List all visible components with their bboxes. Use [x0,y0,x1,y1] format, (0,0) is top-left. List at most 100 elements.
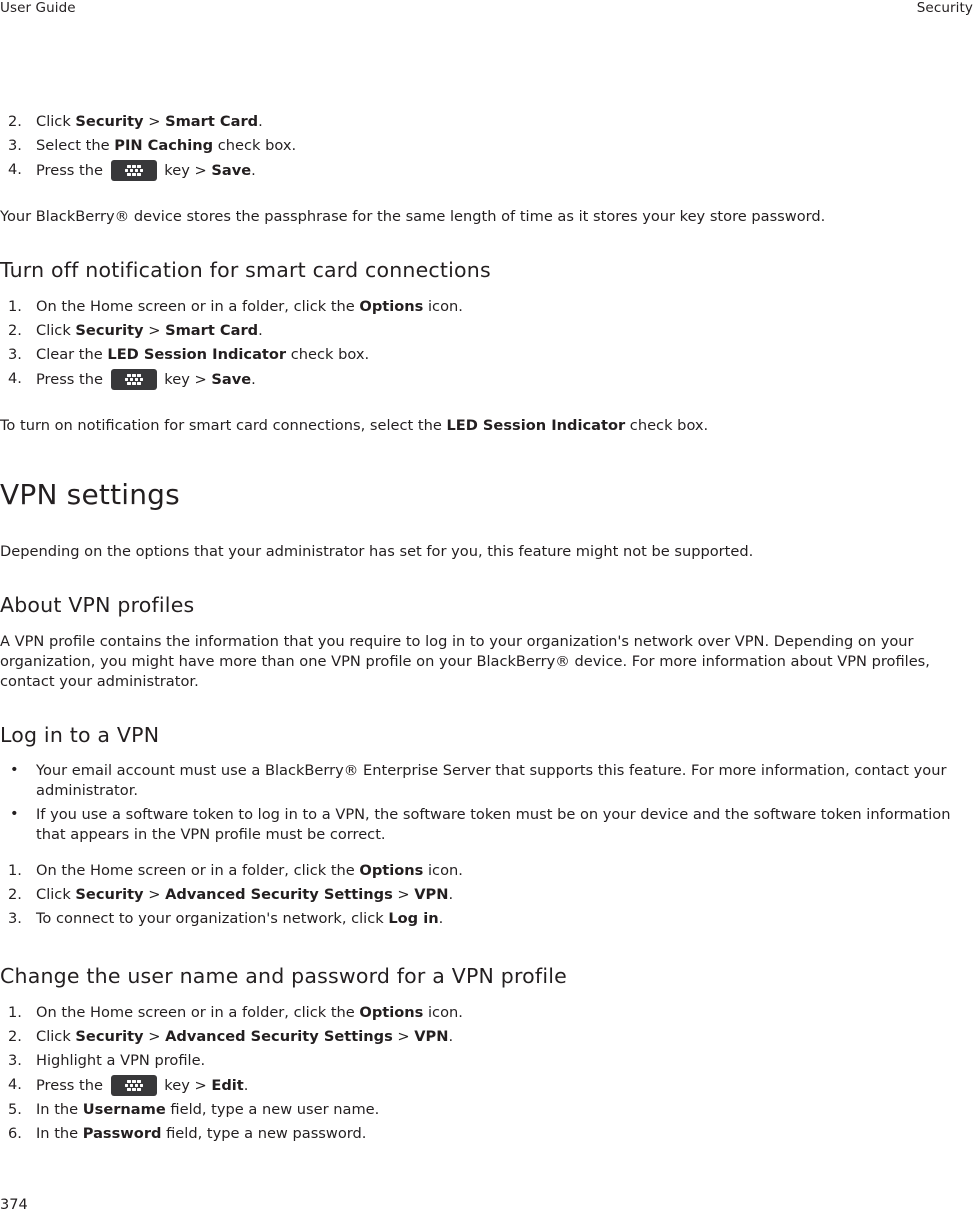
text-run: . [251,162,256,179]
bold-run: LED Session Indicator [107,345,287,363]
text-run: Click [36,113,76,130]
list-item-text: Your email account must use a BlackBerry… [36,762,947,800]
list-item: 4. Press the key > Edit. [0,1075,973,1097]
text-run: key > [159,162,212,179]
vpn-settings-intro: Depending on the options that your admin… [0,543,754,561]
list-item-text: In the Password field, type a new passwo… [36,1125,366,1142]
log-in-prerequisites-list: • Your email account must use a BlackBer… [0,761,973,845]
bold-run: Save [211,162,252,179]
text-run: > [392,1028,415,1046]
text-run: In the [36,1125,83,1143]
list-item-text: Press the key > Save. [36,368,256,390]
text-run: . [448,886,454,904]
bold-run: PIN Caching [114,137,214,154]
text-run: On the Home screen or in a folder, click… [36,862,360,880]
list-item: 2. Click Security > Smart Card. [0,321,973,341]
list-item: 2. Click Security > Advanced Security Se… [0,885,973,905]
list-item: 2. Click Security > Advanced Security Se… [0,1027,973,1047]
list-item: 3. Clear the LED Session Indicator check… [0,345,973,365]
text-run: > [143,1028,166,1046]
bold-run: Advanced Security Settings [165,1028,393,1046]
text-run: check box. [286,345,370,363]
heading-log-in-to-a-vpn: Log in to a VPN [0,722,160,747]
text-run: check box. [625,416,709,434]
text-run: field, type a new user name. [165,1101,380,1119]
text-run: On the Home screen or in a folder, click… [36,1004,360,1022]
text-run: Click [36,886,76,904]
pin-caching-note: Your BlackBerry® device stores the passp… [0,208,826,225]
text-run: icon. [423,297,463,315]
text-run: . [438,910,444,928]
text-run: check box. [213,137,297,154]
running-head-left: User Guide [0,0,76,16]
heading-vpn-settings: VPN settings [0,477,180,511]
list-item-text: Click Security > Smart Card. [36,113,263,130]
bold-run: Options [359,297,424,315]
list-item-text: Highlight a VPN profile. [36,1052,206,1070]
bold-run: Smart Card [165,113,259,130]
list-item: 4. Press the key > Save. [0,368,973,390]
list-marker: 2. [8,886,22,904]
text-run: Select the [36,137,115,154]
text-run: > [143,886,166,904]
turn-on-notification-note: To turn on notification for smart card c… [0,416,973,436]
text-run: . [251,370,256,388]
list-marker: 1. [8,297,22,315]
log-in-steps-list: 1. On the Home screen or in a folder, cl… [0,861,973,929]
turn-off-notification-steps-list: 1. On the Home screen or in a folder, cl… [0,297,973,390]
list-item-text: If you use a software token to log in to… [36,806,951,844]
text-run: key > [159,370,212,388]
list-item: • Your email account must use a BlackBer… [0,761,973,801]
list-marker: 2. [8,1028,22,1046]
list-item-text: Select the PIN Caching check box. [36,137,296,154]
list-item: 3. Select the PIN Caching check box. [0,136,973,156]
list-marker: 2. [8,113,22,130]
heading-change-user-name-password: Change the user name and password for a … [0,964,567,989]
blackberry-menu-key-icon [110,1075,157,1097]
list-item-text: On the Home screen or in a folder, click… [36,298,463,315]
text-run: Press the [36,162,108,179]
list-marker: 4. [8,1076,22,1094]
list-item-text: Press the key > Save. [36,160,256,181]
text-run: To connect to your organization's networ… [36,910,389,928]
list-item-text: On the Home screen or in a folder, click… [36,1004,463,1021]
list-marker: 3. [8,1052,22,1070]
bold-run: Security [75,113,144,130]
text-run: > [143,321,166,339]
list-item: 3. Highlight a VPN profile. [0,1051,973,1071]
pin-caching-steps-list: 2. Click Security > Smart Card. 3. Selec… [0,112,973,181]
list-item: 3. To connect to your organization's net… [0,909,973,929]
text-run: On the Home screen or in a folder, click… [36,297,360,315]
list-item: 4. Press the key > Save. [0,160,973,181]
bold-run: Options [359,1004,424,1022]
list-marker: 1. [8,1004,22,1022]
bold-run: VPN [414,1028,449,1046]
text-run: Click [36,1028,76,1046]
list-marker: 4. [8,369,22,387]
list-item-text: Clear the LED Session Indicator check bo… [36,346,369,363]
text-run: icon. [423,862,463,880]
list-marker: 4. [8,161,22,178]
text-run: . [258,113,263,130]
text-run: Press the [36,370,108,388]
text-run: icon. [423,1004,463,1022]
heading-about-vpn-profiles: About VPN profiles [0,593,195,618]
text-run: . [448,1028,454,1046]
list-item-text: On the Home screen or in a folder, click… [36,862,463,879]
bold-run: Options [359,862,424,880]
text-run: Press the [36,1077,108,1095]
bold-run: Username [82,1101,166,1119]
bold-run: Security [75,1028,144,1046]
text-run: In the [36,1101,83,1119]
bold-run: Smart Card [165,321,259,339]
list-marker: 3. [8,345,22,363]
bold-run: Password [82,1125,162,1143]
list-marker: 2. [8,321,22,339]
text-run: > [143,113,166,130]
text-run: Click [36,321,76,339]
list-item: 6. In the Password field, type a new pas… [0,1124,973,1144]
list-item: 2. Click Security > Smart Card. [0,112,973,132]
list-marker: 3. [8,910,22,928]
bold-run: Advanced Security Settings [165,886,393,904]
list-item-text: To connect to your organization's networ… [36,910,443,927]
